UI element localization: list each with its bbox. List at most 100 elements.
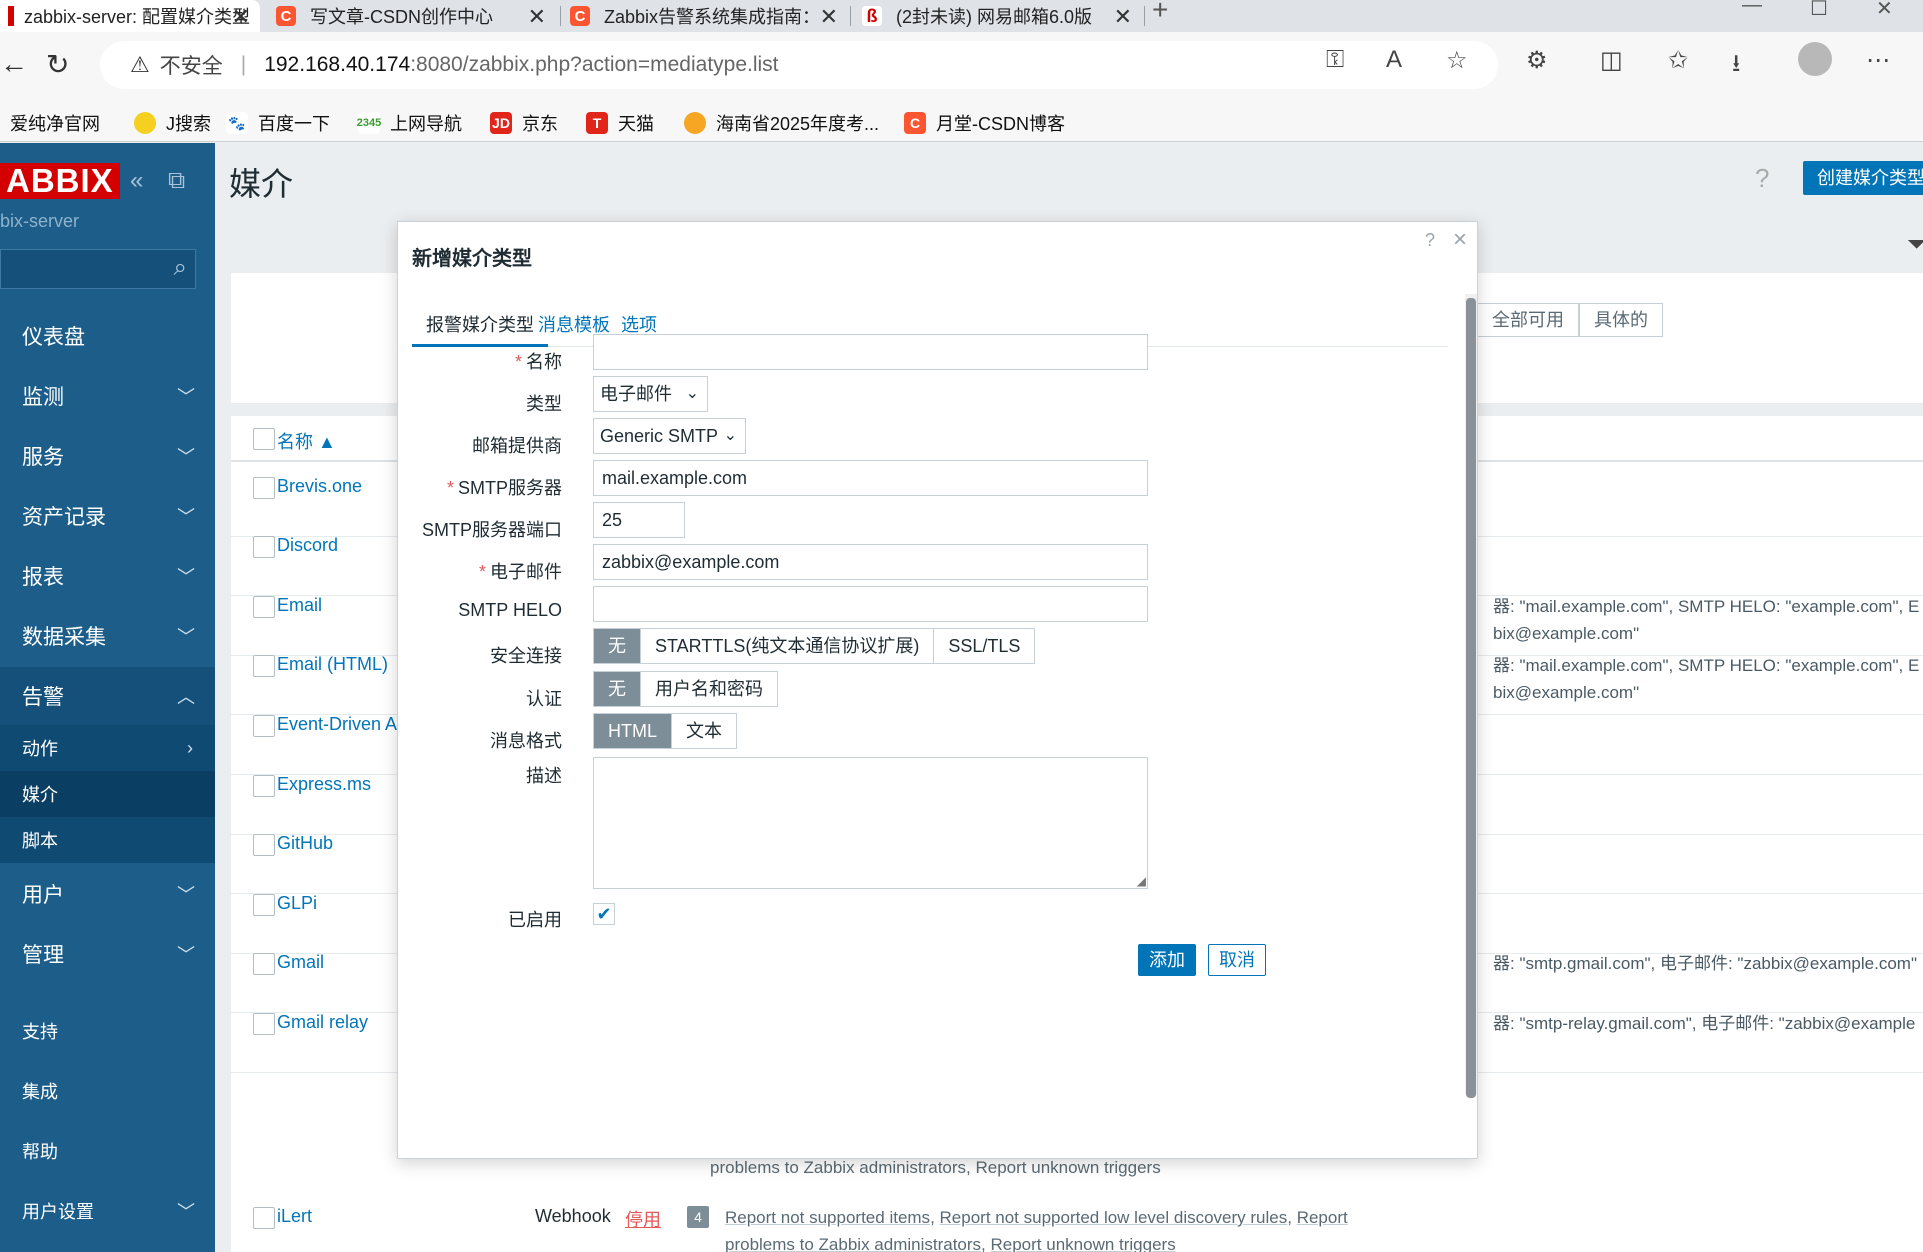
menu-users[interactable]: 用户 ﹀ [0,865,215,923]
filter-specific[interactable]: 具体的 [1579,303,1663,337]
action-link[interactable]: Report [1297,1208,1348,1227]
email-input[interactable]: zabbix@example.com [593,544,1148,580]
insecure-label[interactable]: 不安全 [160,50,223,80]
back-icon[interactable]: ← [0,48,28,80]
split-screen-icon[interactable]: ◫ [1600,46,1623,75]
download-icon[interactable]: ⭳ [1732,46,1740,87]
favorite-star-icon[interactable]: ☆ [1446,46,1468,75]
row-checkbox[interactable] [253,775,275,797]
row-checkbox[interactable] [253,953,275,975]
close-tab-icon[interactable]: ✕ [232,4,250,30]
menu-help[interactable]: 帮助 [0,1126,215,1176]
action-link[interactable]: Report not supported low level discovery… [940,1208,1288,1227]
cancel-button[interactable]: 取消 [1208,944,1266,976]
type-select[interactable]: 电子邮件 ⌄ [593,376,708,412]
provider-select[interactable]: Generic SMTP ⌄ [593,418,746,454]
auth-none-option[interactable]: 无 [594,672,641,706]
bookmark-item[interactable]: 爱纯净官网 [10,110,100,136]
menu-user-settings[interactable]: 用户设置 ﹀ [0,1186,215,1236]
media-type-name-link[interactable]: Discord [277,535,338,556]
bookmark-item[interactable]: T 天猫 [586,110,654,136]
menu-dashboard[interactable]: 仪表盘 [0,307,215,365]
media-type-name-link[interactable]: Gmail relay [277,1012,368,1033]
menu-reports[interactable]: 报表 ﹀ [0,547,215,605]
close-tab-icon[interactable]: ✕ [528,4,546,30]
search-icon[interactable]: ⌕ [174,254,187,282]
action-link[interactable]: problems to Zabbix administrators [725,1235,981,1252]
dialog-help-icon[interactable]: ? [1425,230,1435,251]
dialog-close-icon[interactable]: × [1453,226,1467,254]
media-type-name-link[interactable]: Email (HTML) [277,654,388,675]
security-starttls-option[interactable]: STARTTLS(纯文本通信协议扩展) [641,629,935,663]
row-checkbox[interactable] [253,715,275,737]
filter-icon[interactable]: ⏷ [1907,231,1923,259]
media-type-name-link[interactable]: GLPi [277,893,317,914]
media-type-name-link[interactable]: Event-Driven A [277,714,397,735]
menu-services[interactable]: 服务 ﹀ [0,427,215,485]
resize-grip-icon[interactable]: ◢ [1137,874,1146,888]
row-checkbox[interactable] [253,536,275,558]
menu-alerts[interactable]: 告警 ︿ [0,667,215,725]
bookmark-item[interactable]: 2345 上网导航 [357,110,462,136]
gmail-relay-actions[interactable]: problems to Zabbix administrators, Repor… [710,1158,1161,1178]
row-checkbox[interactable] [253,1013,275,1035]
enabled-checkbox[interactable]: ✔ [593,903,615,925]
more-menu-icon[interactable]: ⋯ [1866,46,1890,75]
close-tab-icon[interactable]: ✕ [1114,4,1132,30]
status-disabled-link[interactable]: 停用 [625,1206,661,1232]
row-checkbox[interactable] [253,834,275,856]
favorites-list-icon[interactable]: ✩ [1668,46,1688,75]
submenu-actions[interactable]: 动作 › [0,725,215,771]
sidebar-search-input[interactable]: ⌕ [0,249,196,289]
submenu-media[interactable]: 媒介 [0,771,215,817]
media-type-name-link[interactable]: iLert [277,1206,312,1227]
name-input[interactable] [593,334,1148,370]
help-icon[interactable]: ? [1755,163,1769,194]
smtp-port-input[interactable]: 25 [593,502,685,538]
maximize-icon[interactable]: ☐ [1810,0,1828,21]
refresh-icon[interactable]: ↻ [46,48,69,81]
bookmark-item[interactable]: J搜索 [134,110,211,136]
row-checkbox[interactable] [253,1207,275,1229]
smtp-helo-input[interactable] [593,586,1148,622]
media-type-name-link[interactable]: Gmail [277,952,324,973]
create-media-type-button[interactable]: 创建媒介类型 [1803,161,1923,195]
format-html-option[interactable]: HTML [594,714,672,748]
action-link[interactable]: Report not supported items [725,1208,930,1227]
submenu-scripts[interactable]: 脚本 [0,817,215,863]
media-type-name-link[interactable]: Email [277,595,322,616]
menu-administration[interactable]: 管理 ﹀ [0,925,215,983]
browser-tab-zabbix[interactable]: zabbix-server: 配置媒介类型 ✕ [0,0,260,32]
description-textarea[interactable]: ◢ [593,757,1148,889]
browser-tab-csdn-write[interactable]: C 写文章-CSDN创作中心 ✕ [268,0,556,32]
profile-avatar[interactable] [1798,42,1832,76]
column-name-sort[interactable]: 名称 ▲ [277,428,336,454]
key-icon[interactable]: ⚿ [1326,46,1344,74]
browser-tab-zabbix-guide[interactable]: C Zabbix告警系统集成指南：从钉钉 ✕ [562,0,848,32]
media-type-name-link[interactable]: Brevis.one [277,476,362,497]
media-type-name-link[interactable]: GitHub [277,833,333,854]
security-ssl-tls-option[interactable]: SSL/TLS [934,629,1035,663]
read-aloud-icon[interactable]: A [1386,46,1402,74]
security-none-option[interactable]: 无 [594,629,641,663]
menu-data-collection[interactable]: 数据采集 ﹀ [0,607,215,665]
extensions-icon[interactable]: ⚙ [1526,46,1548,75]
url-box[interactable]: ⚠ 不安全 | 192.168.40.174:8080/zabbix.php?a… [100,41,1498,89]
row-checkbox[interactable] [253,596,275,618]
bookmark-item[interactable]: C 月堂-CSDN博客 [904,110,1065,136]
row-checkbox[interactable] [253,477,275,499]
add-button[interactable]: 添加 [1138,944,1196,976]
zabbix-logo[interactable]: ABBIX [0,163,120,199]
row-checkbox[interactable] [253,655,275,677]
select-all-checkbox[interactable] [253,428,275,450]
media-type-name-link[interactable]: Express.ms [277,774,371,795]
minimize-icon[interactable]: — [1742,0,1762,17]
bookmark-item[interactable]: 海南省2025年度考... [684,110,879,136]
row-checkbox[interactable] [253,894,275,916]
bookmark-item[interactable]: 🐾 百度一下 [226,110,330,136]
format-text-option[interactable]: 文本 [672,714,736,748]
browser-tab-163-mail[interactable]: ß (2封未读) 网易邮箱6.0版 ✕ [854,0,1142,32]
menu-integrations[interactable]: 集成 [0,1066,215,1116]
close-tab-icon[interactable]: ✕ [820,4,838,30]
new-tab-icon[interactable]: + [1152,0,1168,26]
